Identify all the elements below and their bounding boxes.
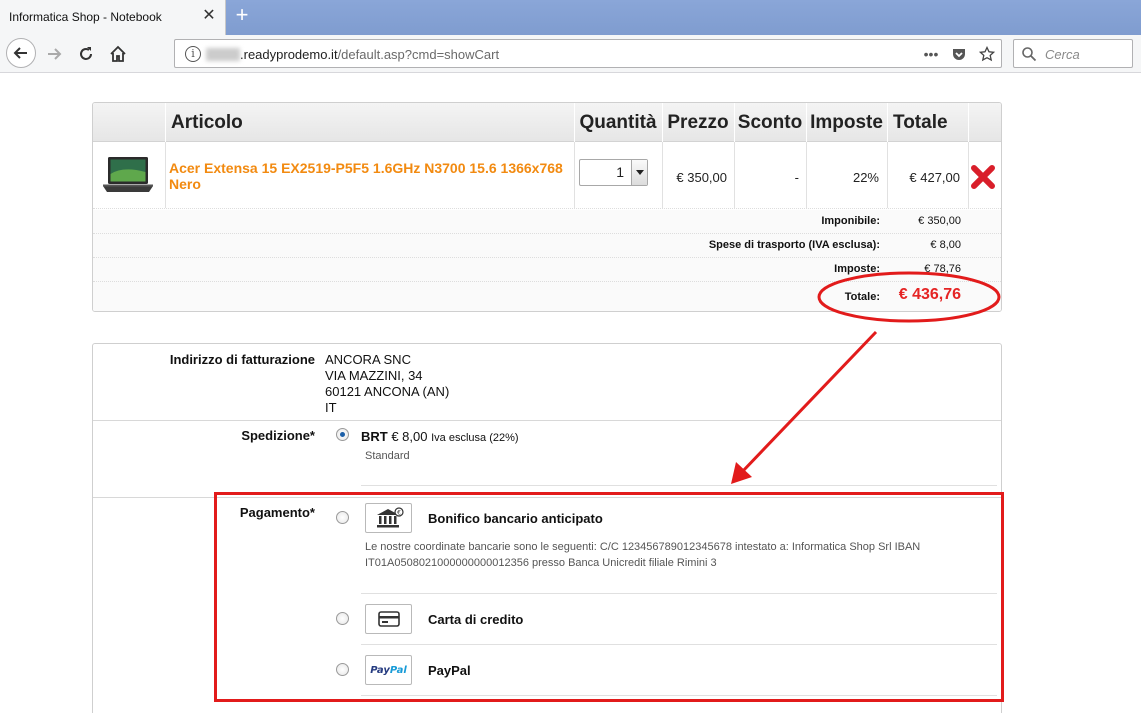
taxes-value: € 78,76 [924, 263, 961, 275]
divider [93, 420, 1001, 421]
shipping-option-brt: BRT € 8,00 Iva esclusa (22%) [361, 429, 519, 444]
product-name-link[interactable]: Acer Extensa 15 EX2519-P5F5 1.6GHz N3700… [169, 160, 569, 192]
search-placeholder: Cerca [1045, 47, 1080, 62]
pocket-icon[interactable] [949, 44, 969, 64]
header-article: Articolo [165, 103, 573, 142]
quantity-value: 1 [616, 164, 624, 180]
more-actions-icon[interactable]: ••• [921, 44, 941, 64]
redacted-subdomain [206, 48, 240, 61]
item-price: € 350,00 [676, 170, 727, 185]
reload-icon [80, 47, 92, 60]
shipping-carrier: BRT [361, 429, 388, 444]
shipping-description: Standard [365, 450, 410, 462]
search-box[interactable]: Cerca [1013, 39, 1133, 68]
reload-button[interactable] [72, 40, 100, 68]
bookmark-star-icon[interactable] [977, 44, 997, 64]
back-button[interactable] [6, 38, 36, 68]
shipping-price: € 8,00 [391, 429, 428, 444]
chevron-down-icon[interactable] [631, 160, 647, 185]
quantity-select[interactable]: 1 [579, 159, 648, 186]
billing-address-label: Indirizzo di fatturazione [169, 352, 315, 367]
taxable-label: Imponibile: [821, 215, 880, 227]
billing-line: IT [325, 400, 337, 415]
home-icon [110, 45, 126, 62]
header-discount: Sconto [734, 103, 805, 142]
taxes-label: Imposte: [834, 263, 880, 275]
cart-header: Articolo Quantità Prezzo Sconto Imposte … [93, 103, 1001, 142]
taxable-value: € 350,00 [918, 215, 961, 227]
info-icon[interactable]: i [185, 46, 201, 62]
arrow-right-icon [48, 48, 62, 60]
billing-address: ANCORA SNC VIA MAZZINI, 34 60121 ANCONA … [325, 352, 449, 416]
shipping-cost-label: Spese di trasporto (IVA esclusa): [708, 239, 880, 251]
tab-title: Informatica Shop - Notebook [9, 10, 162, 24]
browser-toolbar: i .readyprodemo.it/default.asp?cmd=showC… [0, 35, 1141, 73]
remove-item-icon[interactable] [969, 163, 997, 191]
shipping-vat-note: Iva esclusa (22%) [431, 432, 519, 444]
item-total: € 427,00 [909, 170, 960, 185]
summary-total-row: Totale: € 436,76 [93, 282, 1001, 311]
shipping-radio-brt[interactable] [336, 428, 349, 441]
item-tax-rate: 22% [852, 170, 879, 185]
close-tab-icon[interactable]: ✕ [199, 6, 219, 26]
header-taxes: Imposte [806, 103, 886, 142]
summary-taxable-row: Imponibile: € 350,00 [93, 210, 1001, 234]
arrow-left-icon [13, 47, 27, 59]
forward-button[interactable] [40, 40, 68, 68]
item-discount: - [794, 170, 799, 185]
url-domain: .readyprodemo.it [240, 47, 338, 62]
highlight-box [214, 492, 1004, 702]
total-label: Totale: [844, 291, 880, 303]
url-path: /default.asp?cmd=showCart [337, 47, 500, 62]
cart-table: Articolo Quantità Prezzo Sconto Imposte … [92, 102, 1002, 312]
divider [361, 485, 997, 486]
url-text: .readyprodemo.it/default.asp?cmd=showCar… [240, 47, 499, 62]
shipping-cost-value: € 8,00 [930, 239, 961, 251]
summary-shipping-row: Spese di trasporto (IVA esclusa): € 8,00 [93, 234, 1001, 258]
search-icon [1022, 47, 1037, 62]
home-button[interactable] [104, 40, 132, 68]
header-total: Totale [887, 103, 967, 142]
header-actions [968, 103, 1001, 142]
header-price: Prezzo [662, 103, 733, 142]
product-thumbnail[interactable] [101, 156, 155, 194]
shipping-label: Spedizione* [241, 428, 315, 443]
new-tab-button[interactable]: + [230, 4, 254, 28]
summary-taxes-row: Imposte: € 78,76 [93, 258, 1001, 282]
grand-total-value: € 436,76 [898, 286, 961, 303]
browser-tab[interactable]: Informatica Shop - Notebook ✕ [0, 0, 226, 35]
url-actions: ••• [921, 44, 997, 64]
billing-line: VIA MAZZINI, 34 [325, 368, 423, 383]
cart-item-row: Acer Extensa 15 EX2519-P5F5 1.6GHz N3700… [93, 143, 1001, 209]
billing-line: 60121 ANCONA (AN) [325, 384, 450, 399]
address-bar[interactable]: i .readyprodemo.it/default.asp?cmd=showC… [174, 39, 1002, 68]
browser-tab-bar: Informatica Shop - Notebook ✕ + [0, 0, 1141, 35]
billing-line: ANCORA SNC [325, 352, 411, 367]
header-quantity: Quantità [574, 103, 661, 142]
